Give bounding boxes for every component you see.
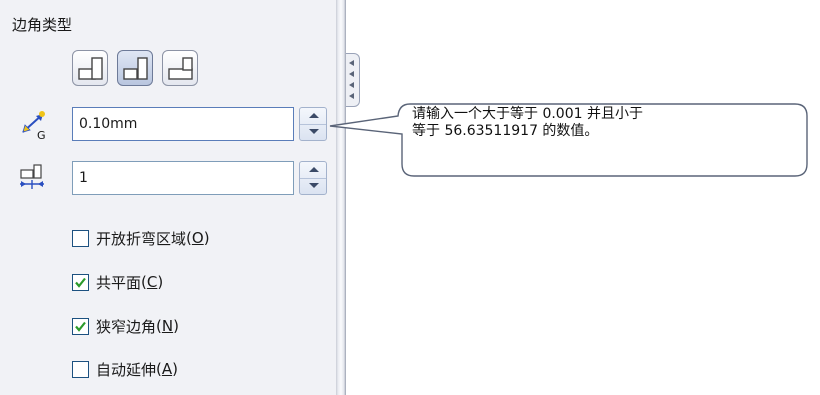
- checkbox-label: 狭窄边角: [96, 317, 157, 336]
- mnemonic: C: [146, 273, 158, 291]
- overlap-corner-button[interactable]: [72, 50, 108, 86]
- overlap-corner-icon: [78, 57, 103, 80]
- mnemonic: A: [161, 360, 173, 378]
- checkbox-label: 开放折弯区域: [96, 229, 187, 248]
- checkbox-box[interactable]: [72, 317, 89, 335]
- checkbox-box[interactable]: [72, 229, 89, 247]
- checkbox-box[interactable]: [72, 360, 89, 378]
- check-mark-icon: [75, 277, 86, 288]
- open-bend-region-checkbox[interactable]: 开放折弯区域 (O): [72, 227, 210, 249]
- butt-corner-icon: [168, 57, 193, 80]
- gap-distance-input[interactable]: 0.10mm: [72, 107, 294, 141]
- panel-splitter[interactable]: [336, 0, 346, 395]
- check-mark-icon: [75, 321, 86, 332]
- mnemonic: O: [191, 229, 204, 247]
- checkbox-label: 自动延伸: [96, 360, 157, 379]
- svg-text:G: G: [37, 129, 46, 142]
- underlap-corner-button[interactable]: [117, 50, 153, 86]
- tooltip-line-2: 等于 56.63511917 的数值。: [412, 123, 599, 139]
- mnemonic: N: [161, 317, 174, 335]
- tooltip-line-1: 请输入一个大于等于 0.001 并且小于: [412, 106, 643, 122]
- auto-extend-checkbox[interactable]: 自动延伸 (A): [72, 358, 178, 380]
- checkbox-box[interactable]: [72, 273, 89, 291]
- overlap-ratio-icon: [20, 164, 44, 189]
- butt-corner-button[interactable]: [162, 50, 198, 86]
- overlap-ratio-input[interactable]: 1: [72, 161, 294, 195]
- tooltip-text: 请输入一个大于等于 0.001 并且小于 等于 56.63511917 的数值。: [412, 106, 797, 140]
- underlap-corner-icon: [123, 57, 148, 80]
- collapse-panel-handle[interactable]: [346, 53, 360, 107]
- section-title: 边角类型: [12, 16, 73, 34]
- gap-distance-icon: G: [22, 111, 46, 142]
- narrow-corner-checkbox[interactable]: 狭窄边角 (N): [72, 315, 179, 337]
- coplanar-checkbox[interactable]: 共平面 (C): [72, 271, 163, 293]
- checkbox-label: 共平面: [96, 273, 142, 292]
- property-panel: 边角类型 G 0.10mm 1 开放折弯区域 (O) 共平面 (C) 狭窄边角 …: [0, 0, 336, 395]
